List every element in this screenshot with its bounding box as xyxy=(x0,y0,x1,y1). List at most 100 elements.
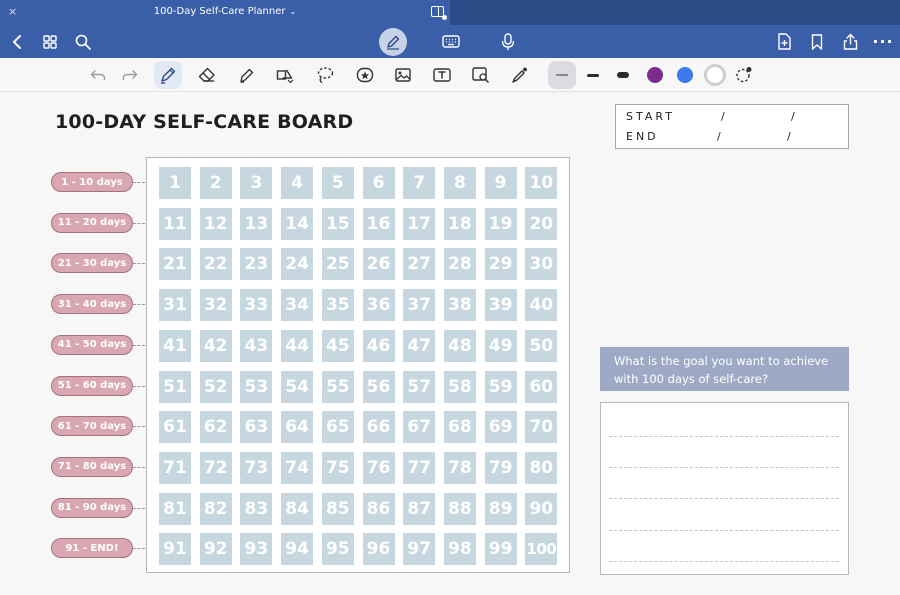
redo-button[interactable] xyxy=(116,61,144,89)
day-cell[interactable]: 15 xyxy=(321,207,354,240)
grid-view-button[interactable] xyxy=(38,25,62,58)
day-cell[interactable]: 26 xyxy=(362,248,395,281)
day-cell[interactable]: 18 xyxy=(443,207,476,240)
day-cell[interactable]: 100 xyxy=(525,533,558,566)
day-cell[interactable]: 83 xyxy=(240,492,273,525)
day-cell[interactable]: 96 xyxy=(362,533,395,566)
day-cell[interactable]: 95 xyxy=(321,533,354,566)
image-tool-button[interactable] xyxy=(389,61,417,89)
day-cell[interactable]: 51 xyxy=(159,370,191,403)
day-cell[interactable]: 75 xyxy=(321,451,354,484)
day-cell[interactable]: 71 xyxy=(159,451,191,484)
day-cell[interactable]: 85 xyxy=(321,492,354,525)
day-cell[interactable]: 14 xyxy=(281,207,314,240)
day-cell[interactable]: 17 xyxy=(403,207,436,240)
day-cell[interactable]: 50 xyxy=(525,329,558,362)
day-cell[interactable]: 97 xyxy=(403,533,436,566)
day-cell[interactable]: 99 xyxy=(484,533,517,566)
day-cell[interactable]: 33 xyxy=(240,289,273,322)
split-view-icon[interactable] xyxy=(431,6,447,20)
day-cell[interactable]: 78 xyxy=(443,451,476,484)
day-cell[interactable]: 90 xyxy=(525,492,558,525)
day-cell[interactable]: 53 xyxy=(240,370,273,403)
pen-tool-button[interactable] xyxy=(154,61,182,89)
day-cell[interactable]: 4 xyxy=(281,167,314,199)
day-cell[interactable]: 73 xyxy=(240,451,273,484)
day-cell[interactable]: 5 xyxy=(321,167,354,199)
day-cell[interactable]: 16 xyxy=(362,207,395,240)
tab-document[interactable]: × 100-Day Self-Care Planner ⌄ xyxy=(0,0,450,25)
day-cell[interactable]: 12 xyxy=(199,207,232,240)
share-button[interactable] xyxy=(839,25,861,58)
day-cell[interactable]: 72 xyxy=(199,451,232,484)
day-cell[interactable]: 10 xyxy=(525,167,558,199)
day-cell[interactable]: 42 xyxy=(199,329,232,362)
day-cell[interactable]: 70 xyxy=(525,411,558,444)
day-cell[interactable]: 82 xyxy=(199,492,232,525)
add-page-button[interactable] xyxy=(773,25,795,58)
color-purple-swatch[interactable] xyxy=(641,61,669,89)
day-cell[interactable]: 13 xyxy=(240,207,273,240)
day-cell[interactable]: 25 xyxy=(321,248,354,281)
day-cell[interactable]: 87 xyxy=(403,492,436,525)
day-cell[interactable]: 39 xyxy=(484,289,517,322)
day-cell[interactable]: 32 xyxy=(199,289,232,322)
thick-stroke-button[interactable] xyxy=(609,61,637,89)
sticker-tool-button[interactable] xyxy=(351,61,379,89)
day-cell[interactable]: 93 xyxy=(240,533,273,566)
day-cell[interactable]: 92 xyxy=(199,533,232,566)
day-cell[interactable]: 8 xyxy=(443,167,476,199)
day-cell[interactable]: 23 xyxy=(240,248,273,281)
tab-title[interactable]: 100-Day Self-Care Planner ⌄ xyxy=(0,6,450,17)
day-cell[interactable]: 30 xyxy=(525,248,558,281)
day-cell[interactable]: 24 xyxy=(281,248,314,281)
bookmark-button[interactable] xyxy=(806,25,828,58)
day-cell[interactable]: 45 xyxy=(321,329,354,362)
day-cell[interactable]: 29 xyxy=(484,248,517,281)
text-tool-button[interactable] xyxy=(428,61,456,89)
day-cell[interactable]: 7 xyxy=(403,167,436,199)
day-cell[interactable]: 34 xyxy=(281,289,314,322)
day-cell[interactable]: 22 xyxy=(199,248,232,281)
day-cell[interactable]: 94 xyxy=(281,533,314,566)
lasso-tool-button[interactable] xyxy=(311,61,339,89)
day-cell[interactable]: 77 xyxy=(403,451,436,484)
day-cell[interactable]: 63 xyxy=(240,411,273,444)
day-cell[interactable]: 65 xyxy=(321,411,354,444)
day-cell[interactable]: 62 xyxy=(199,411,232,444)
day-cell[interactable]: 35 xyxy=(321,289,354,322)
day-cell[interactable]: 37 xyxy=(403,289,436,322)
day-cell[interactable]: 49 xyxy=(484,329,517,362)
day-cell[interactable]: 31 xyxy=(159,289,191,322)
day-cell[interactable]: 20 xyxy=(525,207,558,240)
day-cell[interactable]: 27 xyxy=(403,248,436,281)
search-button[interactable] xyxy=(71,25,95,58)
date-box[interactable]: START / / END / / xyxy=(615,104,849,149)
laser-pointer-tool-button[interactable] xyxy=(506,61,534,89)
day-cell[interactable]: 44 xyxy=(281,329,314,362)
microphone-button[interactable] xyxy=(496,25,520,58)
day-cell[interactable]: 61 xyxy=(159,411,191,444)
day-cell[interactable]: 56 xyxy=(362,370,395,403)
day-cell[interactable]: 19 xyxy=(484,207,517,240)
day-cell[interactable]: 58 xyxy=(443,370,476,403)
day-cell[interactable]: 6 xyxy=(362,167,395,199)
day-cell[interactable]: 59 xyxy=(484,370,517,403)
day-cell[interactable]: 38 xyxy=(443,289,476,322)
day-cell[interactable]: 91 xyxy=(159,533,191,566)
day-cell[interactable]: 98 xyxy=(443,533,476,566)
day-cell[interactable]: 40 xyxy=(525,289,558,322)
day-cell[interactable]: 86 xyxy=(362,492,395,525)
day-cell[interactable]: 21 xyxy=(159,248,191,281)
day-cell[interactable]: 47 xyxy=(403,329,436,362)
day-cell[interactable]: 88 xyxy=(443,492,476,525)
day-cell[interactable]: 89 xyxy=(484,492,517,525)
day-cell[interactable]: 54 xyxy=(281,370,314,403)
day-cell[interactable]: 11 xyxy=(159,207,191,240)
day-cell[interactable]: 46 xyxy=(362,329,395,362)
pen-mode-button[interactable] xyxy=(379,25,407,58)
day-cell[interactable]: 66 xyxy=(362,411,395,444)
day-cell[interactable]: 57 xyxy=(403,370,436,403)
day-cell[interactable]: 84 xyxy=(281,492,314,525)
undo-button[interactable] xyxy=(84,61,112,89)
